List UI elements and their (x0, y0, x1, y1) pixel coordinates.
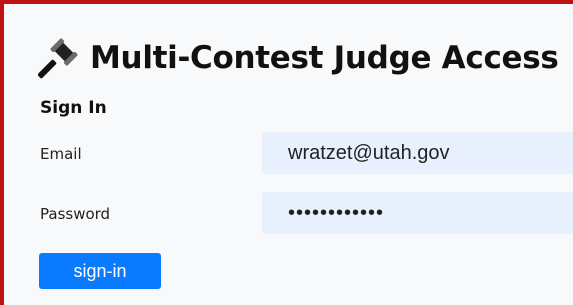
sign-in-heading: Sign In (40, 98, 107, 118)
email-field[interactable]: wratzet@utah.gov (262, 132, 573, 174)
password-label: Password (40, 205, 111, 223)
page-frame: Multi-Contest Judge Access Sign In Email… (0, 0, 573, 305)
password-field[interactable]: •••••••••••• (262, 192, 573, 234)
email-label: Email (40, 145, 82, 163)
gavel-icon (38, 38, 78, 79)
title-row: Multi-Contest Judge Access (38, 34, 559, 82)
sign-in-button[interactable]: sign-in (39, 253, 161, 289)
page-title: Multi-Contest Judge Access (90, 40, 559, 76)
